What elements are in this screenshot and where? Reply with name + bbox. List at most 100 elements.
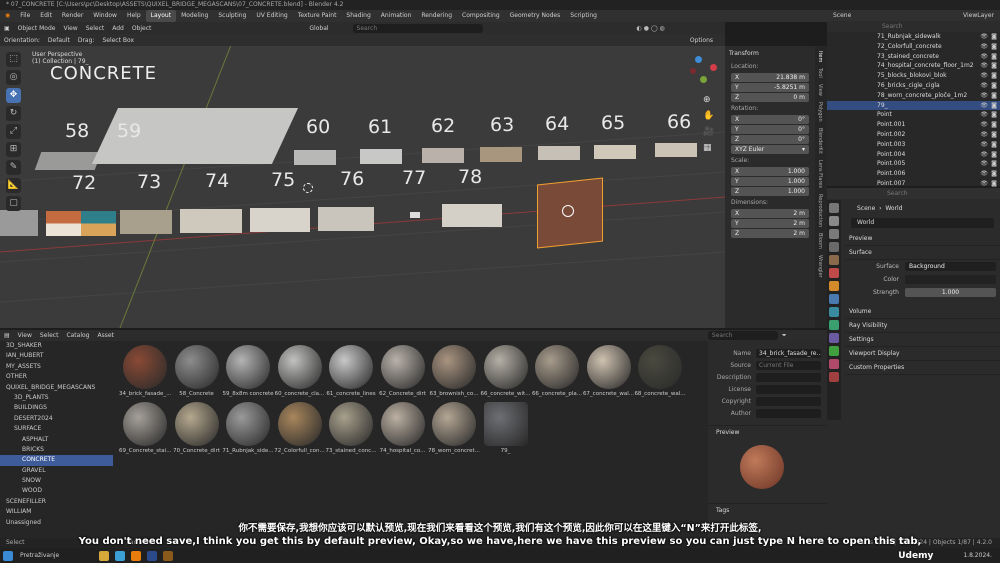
rotate-tool-icon[interactable]: ↻ xyxy=(6,106,21,121)
tab-item[interactable]: Item xyxy=(815,50,825,63)
location-z-field[interactable]: Z0 m xyxy=(731,93,809,102)
tab-reproduction[interactable]: Reproduction xyxy=(815,193,825,228)
tab-sculpting[interactable]: Sculpting xyxy=(213,10,251,22)
rotation-mode-select[interactable]: XYZ Euler ▾ xyxy=(731,145,809,154)
catalog-item[interactable]: 3D_SHAKER xyxy=(0,341,113,351)
catalog-item[interactable]: GRAVEL xyxy=(0,466,113,476)
illustrator-icon[interactable] xyxy=(163,550,173,561)
catalog-item[interactable]: IAN_HUBERT xyxy=(0,351,113,361)
rotation-x-field[interactable]: X 0° xyxy=(731,115,809,124)
asset-search[interactable]: Search xyxy=(707,331,778,340)
tab-geometry-nodes[interactable]: Geometry Nodes xyxy=(505,10,566,22)
outliner-item[interactable]: 73_stained_concrete 👁 ◙ xyxy=(827,52,1000,62)
tab-shading[interactable]: Shading xyxy=(341,10,375,22)
dimension-y-field[interactable]: Y2 m xyxy=(731,219,809,228)
asset-license-field[interactable] xyxy=(756,384,821,394)
dimension-z-field[interactable]: Z2 m xyxy=(731,229,809,238)
windows-start-icon[interactable] xyxy=(3,550,13,561)
annotate-tool-icon[interactable]: ✎ xyxy=(6,160,21,175)
asset-name-field[interactable]: 34_brick_fasade_re... xyxy=(756,348,821,358)
asset-item[interactable]: 66_concrete_wit... xyxy=(480,345,532,397)
catalog-item[interactable]: QUIXEL_BRIDGE_MEGASCANS xyxy=(0,383,113,393)
dimension-x-field[interactable]: X2 m xyxy=(731,209,809,218)
move-tool-icon[interactable]: ✥ xyxy=(6,88,21,103)
surface-panel[interactable]: Surface xyxy=(845,246,1000,260)
tab-lens-flares[interactable]: Lens Flares xyxy=(815,159,825,189)
particles-props-icon[interactable] xyxy=(829,307,839,317)
asset-item[interactable]: 73_stained_conc... xyxy=(325,402,377,454)
menu-help[interactable]: Help xyxy=(122,10,146,22)
asset-item[interactable]: 67_concrete_wal... xyxy=(583,345,635,397)
catalog-item[interactable]: 3D_PLANTS xyxy=(0,393,113,403)
catalog-item[interactable]: SCENEFILLER xyxy=(0,497,113,507)
asset-item[interactable]: 63_brownish_co... xyxy=(428,345,480,397)
strength-field[interactable]: 1.000 xyxy=(905,288,996,297)
navigation-gizmo[interactable] xyxy=(688,52,722,86)
catalog-item[interactable]: ASPHALT xyxy=(0,435,113,445)
catalog-item[interactable]: WILLIAM xyxy=(0,507,113,517)
select-tool-icon[interactable]: ⬚ xyxy=(6,52,21,67)
outliner-item[interactable]: 75_blocks_blokovi_blok 👁 ◙ xyxy=(827,71,1000,81)
outliner-item[interactable]: Point.006 👁 ◙ xyxy=(827,169,1000,179)
tab-polygon[interactable]: Polygon xyxy=(815,101,825,123)
explorer-icon[interactable] xyxy=(99,550,109,561)
photoshop-icon[interactable] xyxy=(147,550,157,561)
view-layer-props-icon[interactable] xyxy=(829,242,839,252)
asset-item[interactable]: 59_8x8m concrete xyxy=(222,345,274,397)
material-props-icon[interactable] xyxy=(829,359,839,369)
tab-tool[interactable]: Tool xyxy=(815,67,825,79)
catalog-item[interactable]: SNOW xyxy=(0,476,113,486)
asset-item[interactable]: 66_concrete_pla... xyxy=(531,345,583,397)
scale-tool-icon[interactable]: ⤢ xyxy=(6,124,21,139)
location-y-field[interactable]: Y -5.8251 m xyxy=(731,83,809,92)
mode-select[interactable]: Object Mode xyxy=(14,25,60,32)
taskbar-search[interactable]: Pretraživanje xyxy=(16,552,96,559)
constraint-props-icon[interactable] xyxy=(829,333,839,343)
outliner-item-selected[interactable]: 79_ 👁 ◙ xyxy=(827,100,1000,111)
add-menu[interactable]: Add xyxy=(108,25,128,32)
location-x-field[interactable]: X 21.838 m xyxy=(731,73,809,82)
scale-x-field[interactable]: X 1.000 xyxy=(731,167,809,176)
catalog-item[interactable]: BUILDINGS xyxy=(0,403,113,413)
ab-asset-menu[interactable]: Asset xyxy=(93,332,117,339)
viewlayer-select[interactable]: ViewLayer xyxy=(963,10,994,21)
asset-item[interactable]: 78_worn_concret... xyxy=(428,402,480,454)
ab-select-menu[interactable]: Select xyxy=(36,332,63,339)
menu-render[interactable]: Render xyxy=(57,10,88,22)
select-menu[interactable]: Select xyxy=(82,25,109,32)
physics-props-icon[interactable] xyxy=(829,320,839,330)
viewport-search[interactable]: Search xyxy=(352,23,483,33)
catalog-item[interactable]: DESERT2024 xyxy=(0,414,113,424)
scene-props-icon[interactable] xyxy=(829,255,839,265)
transform-header[interactable]: Transform xyxy=(725,46,815,61)
asset-item[interactable]: 62_Concrete_dirt xyxy=(377,345,429,397)
perspective-toggle-icon[interactable]: ▦ xyxy=(703,140,717,156)
menu-window[interactable]: Window xyxy=(88,10,122,22)
tab-compositing[interactable]: Compositing xyxy=(457,10,505,22)
outliner-item[interactable]: 78_worn_concrete_ploče_1m2 👁 ◙ xyxy=(827,91,1000,101)
transform-tool-icon[interactable]: ⊞ xyxy=(6,142,21,157)
shading-icons[interactable]: ◐ ● ◯ ◍ xyxy=(633,25,669,32)
outliner-item[interactable]: Point.004 👁 ◙ xyxy=(827,150,1000,160)
texture-props-icon[interactable] xyxy=(829,372,839,382)
tab-uv-editing[interactable]: UV Editing xyxy=(251,10,292,22)
catalog-item[interactable]: MY_ASSETS xyxy=(0,362,113,372)
data-props-icon[interactable] xyxy=(829,346,839,356)
surface-shader-select[interactable]: Background xyxy=(905,262,996,271)
settings-panel[interactable]: Settings xyxy=(845,333,1000,347)
pan-icon[interactable]: ✋ xyxy=(703,108,717,124)
outliner-item[interactable]: 72_Colorfull_concrete 👁 ◙ xyxy=(827,42,1000,52)
catalog-item[interactable]: CONCRETE xyxy=(0,455,113,466)
tab-modeling[interactable]: Modeling xyxy=(176,10,213,22)
asset-tags-panel[interactable]: Tags xyxy=(708,503,827,517)
cursor-tool-icon[interactable]: ◎ xyxy=(6,70,21,85)
modifier-props-icon[interactable] xyxy=(829,294,839,304)
asset-item[interactable]: 70_Concrete_dirt xyxy=(171,402,223,454)
ab-view-menu[interactable]: View xyxy=(14,332,36,339)
tab-wrangler[interactable]: Wrangler xyxy=(815,254,825,279)
tool-props-icon[interactable] xyxy=(829,203,839,213)
camera-view-icon[interactable]: 🎥 xyxy=(703,124,717,140)
asset-editor-icon[interactable]: ▤ xyxy=(0,332,14,339)
asset-item[interactable]: 60_concrete_cla... xyxy=(274,345,326,397)
world-datablock[interactable]: World xyxy=(851,218,994,228)
